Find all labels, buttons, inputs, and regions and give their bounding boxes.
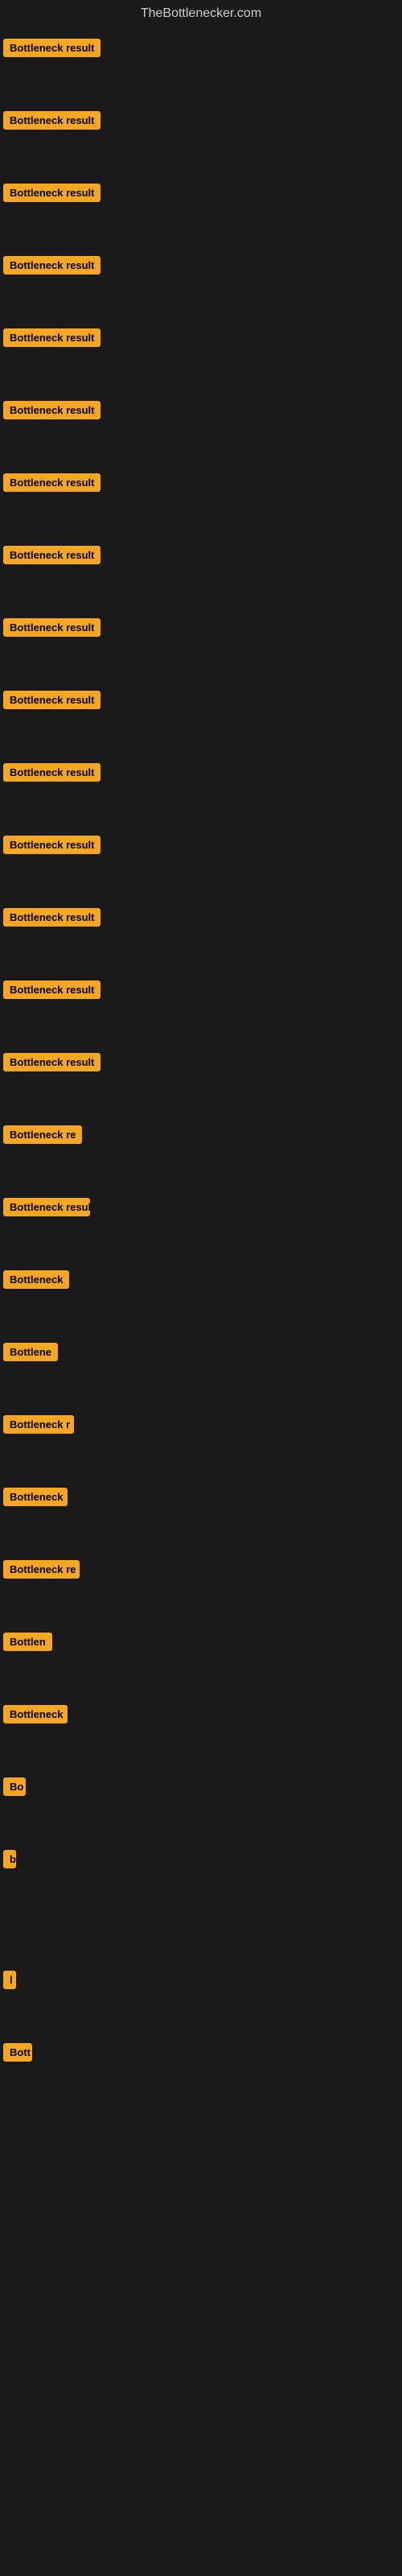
bottleneck-badge[interactable]: Bottleneck result xyxy=(3,473,100,492)
list-item-empty xyxy=(3,2070,402,2119)
bottleneck-badge[interactable]: Bottlene xyxy=(3,1343,58,1361)
list-item-empty xyxy=(3,2360,402,2409)
list-item-empty xyxy=(3,2119,402,2167)
list-item: Bottleneck result xyxy=(3,396,402,428)
bottleneck-badge[interactable]: Bo xyxy=(3,1777,26,1796)
bottleneck-badge[interactable]: Bottleneck result xyxy=(3,328,100,347)
list-item: Bottleneck result xyxy=(3,541,402,573)
bottleneck-badge[interactable]: Bottleneck result xyxy=(3,39,100,57)
bottleneck-badge[interactable]: Bottleneck result xyxy=(3,256,100,275)
bottleneck-badge[interactable]: Bottleneck re xyxy=(3,1125,82,1144)
bottleneck-badge[interactable]: Bottleneck re xyxy=(3,1560,80,1579)
bottleneck-badge[interactable]: b xyxy=(3,1850,16,1868)
list-item: Bottleneck result xyxy=(3,903,402,935)
items-container: Bottleneck result Bottleneck result Bottle… xyxy=(0,31,402,2409)
list-item: Bottleneck result xyxy=(3,758,402,791)
bottleneck-badge[interactable]: Bottleneck result xyxy=(3,618,100,637)
site-header: TheBottlenecker.com xyxy=(0,0,402,31)
list-item: Bottleneck xyxy=(3,1700,402,1732)
bottleneck-badge[interactable]: l xyxy=(3,1971,16,1989)
list-item: Bottleneck xyxy=(3,1265,402,1298)
bottleneck-badge[interactable]: Bottleneck result xyxy=(3,980,100,999)
bottleneck-badge[interactable]: Bott xyxy=(3,2043,32,2062)
list-item-empty xyxy=(3,2264,402,2312)
list-item: Bottleneck result xyxy=(3,251,402,283)
list-item: Bottleneck result xyxy=(3,106,402,138)
list-item: Bo xyxy=(3,1773,402,1805)
list-item: Bottlene xyxy=(3,1338,402,1370)
list-item: Bottleneck re xyxy=(3,1121,402,1153)
bottleneck-badge[interactable]: Bottlen xyxy=(3,1633,52,1651)
list-item: Bottleneck result xyxy=(3,976,402,1008)
list-item: Bottlen xyxy=(3,1628,402,1660)
bottleneck-badge[interactable]: Bottleneck xyxy=(3,1488,68,1506)
bottleneck-badge[interactable]: Bottleneck result xyxy=(3,691,100,709)
site-title: TheBottlenecker.com xyxy=(0,0,402,31)
list-item: b xyxy=(3,1845,402,1877)
list-item: Bottleneck xyxy=(3,1483,402,1515)
bottleneck-badge[interactable]: Bottleneck result xyxy=(3,1053,100,1071)
list-item-empty xyxy=(3,2215,402,2264)
bottleneck-badge[interactable]: Bottleneck result xyxy=(3,401,100,419)
list-item: Bottleneck result xyxy=(3,34,402,66)
list-item: l xyxy=(3,1966,402,1998)
list-item-empty xyxy=(3,2312,402,2360)
bottleneck-badge[interactable]: Bottleneck result xyxy=(3,111,100,130)
bottleneck-badge[interactable]: Bottleneck result xyxy=(3,908,100,927)
bottleneck-badge[interactable]: Bottleneck xyxy=(3,1270,69,1289)
list-item-empty xyxy=(3,2167,402,2215)
list-item: Bottleneck result xyxy=(3,179,402,211)
list-item: Bottleneck result xyxy=(3,469,402,501)
list-item: Bott xyxy=(3,2038,402,2070)
bottleneck-badge[interactable]: Bottleneck r xyxy=(3,1415,74,1434)
bottleneck-badge[interactable]: Bottleneck result xyxy=(3,836,100,854)
bottleneck-badge[interactable]: Bottleneck result xyxy=(3,184,100,202)
bottleneck-badge[interactable]: Bottleneck xyxy=(3,1705,68,1724)
list-item: Bottleneck result xyxy=(3,324,402,356)
list-item: Bottleneck result xyxy=(3,613,402,646)
bottleneck-badge[interactable]: Bottleneck resul xyxy=(3,1198,90,1216)
list-item: Bottleneck result xyxy=(3,1048,402,1080)
list-item: Bottleneck re xyxy=(3,1555,402,1587)
list-item: Bottleneck result xyxy=(3,831,402,863)
list-item: Bottleneck result xyxy=(3,686,402,718)
bottleneck-badge[interactable]: Bottleneck result xyxy=(3,763,100,782)
list-item: Bottleneck r xyxy=(3,1410,402,1443)
list-item-empty xyxy=(3,1877,402,1926)
bottleneck-badge[interactable]: Bottleneck result xyxy=(3,546,100,564)
list-item: Bottleneck resul xyxy=(3,1193,402,1225)
